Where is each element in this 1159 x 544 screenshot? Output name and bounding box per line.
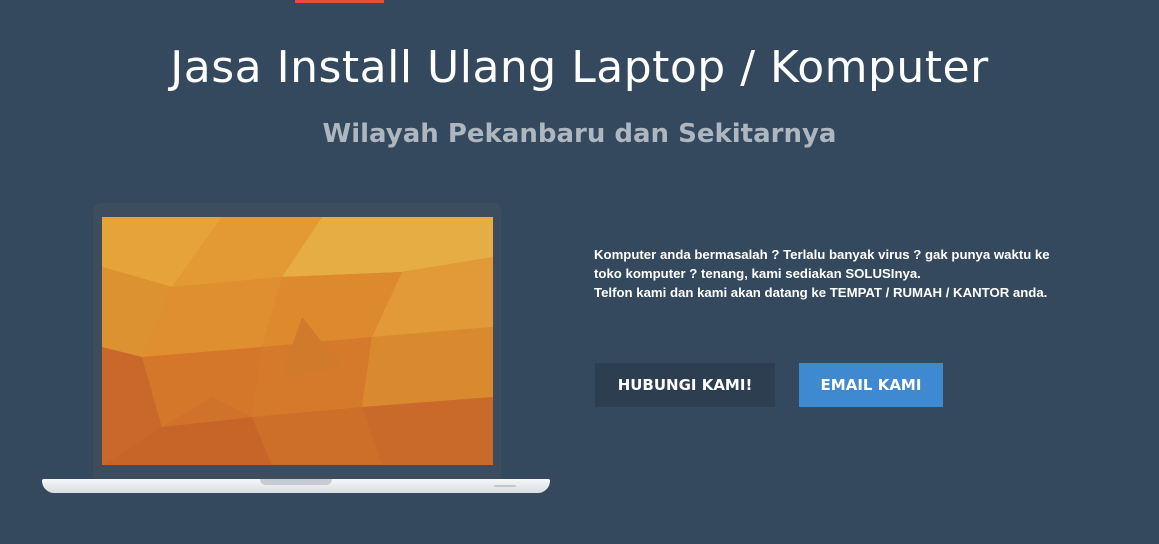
- solusi-highlight: SOLUSI: [845, 266, 895, 281]
- description-line-2: toko komputer ? tenang, kami sediakan SO…: [594, 264, 1134, 283]
- email-us-button[interactable]: EMAIL KAMI: [799, 363, 943, 407]
- description-line-1: Komputer anda bermasalah ? Terlalu banya…: [594, 247, 1050, 262]
- contact-us-button[interactable]: HUBUNGI KAMI!: [595, 363, 775, 407]
- laptop-slot: [494, 485, 516, 487]
- hero-description: Komputer anda bermasalah ? Terlalu banya…: [594, 245, 1134, 302]
- laptop-notch: [260, 479, 332, 485]
- page-title: Jasa Install Ulang Laptop / Komputer: [170, 42, 989, 93]
- description-line-2-text: toko komputer ? tenang, kami sediakan: [594, 266, 846, 281]
- page-subtitle: Wilayah Pekanbaru dan Sekitarnya: [322, 119, 837, 149]
- screen-wallpaper: [102, 217, 493, 465]
- laptop-illustration: [42, 203, 550, 495]
- landing-hero: Jasa Install Ulang Laptop / Komputer Wil…: [0, 0, 1159, 544]
- description-line-2-suffix: nya.: [894, 266, 921, 281]
- description-line-3: Telfon kami dan kami akan datang ke TEMP…: [594, 285, 1048, 300]
- laptop-screen: [102, 217, 493, 465]
- top-accent-bar: [295, 0, 384, 3]
